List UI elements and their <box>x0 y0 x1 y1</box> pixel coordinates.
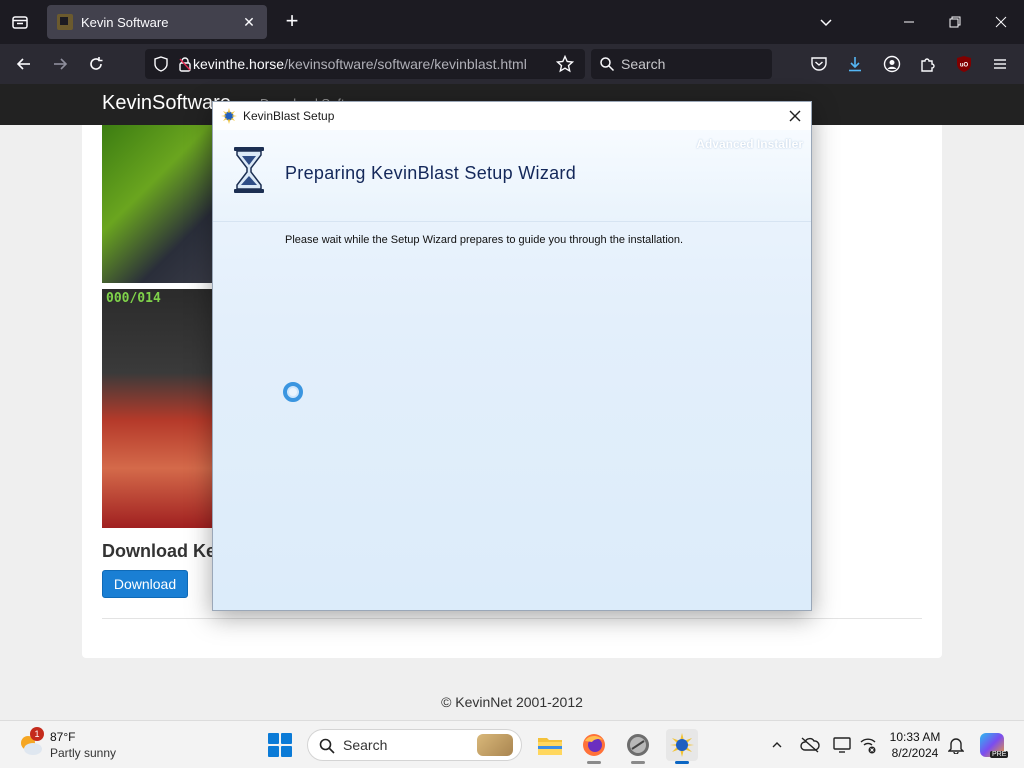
minimize-icon[interactable] <box>895 8 923 36</box>
divider <box>102 618 922 619</box>
menu-hamburger-icon[interactable] <box>988 52 1012 76</box>
display-icon[interactable] <box>832 735 852 755</box>
lock-icon[interactable] <box>177 56 193 77</box>
windows-taskbar: 1 87°F Partly sunny Search 10:33 AM 8/2/… <box>0 720 1024 768</box>
dialog-title: KevinBlast Setup <box>243 109 335 123</box>
weather-widget[interactable]: 1 87°F Partly sunny <box>18 727 138 763</box>
running-indicator <box>631 761 645 764</box>
kevinblast-app-icon <box>221 108 237 124</box>
kevinblast-taskbar-icon[interactable] <box>666 729 698 764</box>
tab-title: Kevin Software <box>81 14 169 30</box>
site-favicon-icon <box>57 14 73 30</box>
search-bar[interactable]: Search <box>591 49 772 79</box>
tab-list-icon[interactable] <box>8 10 32 34</box>
account-icon[interactable] <box>880 52 904 76</box>
url-host: kevinthe.horse <box>193 56 285 72</box>
dialog-banner: Advanced Installer Preparing KevinBlast … <box>213 130 811 222</box>
running-indicator <box>587 761 601 764</box>
taskbar-search-label: Search <box>343 737 388 753</box>
bookmark-star-icon[interactable] <box>553 52 577 76</box>
dialog-heading: Preparing KevinBlast Setup Wizard <box>285 163 577 183</box>
close-window-icon[interactable] <box>987 8 1015 36</box>
setup-dialog: KevinBlast Setup Advanced Installer Prep… <box>212 101 812 611</box>
back-arrow-icon[interactable] <box>12 52 36 76</box>
hourglass-icon <box>231 146 267 194</box>
clock-time: 10:33 AM <box>889 730 941 744</box>
dialog-body: Advanced Installer Preparing KevinBlast … <box>213 130 811 610</box>
new-tab-icon[interactable]: + <box>280 10 304 34</box>
tracking-shield-icon[interactable] <box>153 56 169 77</box>
notification-bell-icon[interactable] <box>946 735 966 755</box>
file-explorer-icon[interactable] <box>534 729 566 761</box>
weather-temperature: 87°F <box>50 730 76 744</box>
search-icon <box>318 737 336 758</box>
download-button[interactable]: Download <box>102 570 188 598</box>
clock-date: 8/2/2024 <box>891 746 939 760</box>
forward-arrow-icon[interactable] <box>48 52 72 76</box>
show-hidden-icons-chevron-icon[interactable] <box>767 735 787 755</box>
url-path: /kevinsoftware/software/kevinblast.html <box>284 56 527 72</box>
network-disconnected-icon[interactable] <box>858 735 878 755</box>
reload-icon[interactable] <box>84 52 108 76</box>
weather-description: Partly sunny <box>50 746 117 760</box>
svg-text:uO: uO <box>960 63 969 69</box>
address-bar[interactable]: kevinthe.horse/kevinsoftware/software/ke… <box>145 49 585 79</box>
site-footer: © KevinNet 2001-2012 <box>441 694 583 710</box>
installer-watermark: Advanced Installer <box>696 137 803 151</box>
loading-spinner-icon <box>283 382 303 402</box>
taskbar-clock[interactable]: 10:33 AM 8/2/2024 <box>884 729 946 761</box>
downloads-icon[interactable] <box>843 52 867 76</box>
close-tab-icon[interactable]: ✕ <box>241 14 257 30</box>
dialog-close-icon[interactable] <box>785 106 805 126</box>
pocket-icon[interactable] <box>807 52 831 76</box>
notification-badge: 1 <box>30 727 44 741</box>
browser-nav-bar: kevinthe.horse/kevinsoftware/software/ke… <box>0 44 1024 84</box>
list-all-tabs-chevron-icon[interactable] <box>812 8 840 36</box>
browser-tab-bar: Kevin Software ✕ + <box>0 0 1024 44</box>
dialog-titlebar[interactable]: KevinBlast Setup <box>213 102 811 130</box>
url-text: kevinthe.horse/kevinsoftware/software/ke… <box>193 56 527 72</box>
ublock-origin-icon[interactable]: uO <box>952 52 976 76</box>
copilot-preview-tag: PRE <box>990 751 1009 758</box>
screenshot-counter: 000/014 <box>106 291 161 306</box>
restore-icon[interactable] <box>941 8 969 36</box>
globe-app-icon[interactable] <box>622 729 654 764</box>
taskbar-search[interactable]: Search <box>307 729 522 761</box>
start-windows-icon[interactable] <box>268 733 292 757</box>
search-placeholder: Search <box>621 56 666 72</box>
active-indicator <box>675 761 689 764</box>
search-icon <box>599 56 615 75</box>
onedrive-offline-icon[interactable] <box>800 735 820 755</box>
search-highlight-image <box>477 734 513 756</box>
extensions-puzzle-icon[interactable] <box>916 52 940 76</box>
firefox-icon[interactable] <box>578 729 610 764</box>
browser-tab[interactable]: Kevin Software ✕ <box>47 5 267 39</box>
dialog-message: Please wait while the Setup Wizard prepa… <box>285 234 684 246</box>
